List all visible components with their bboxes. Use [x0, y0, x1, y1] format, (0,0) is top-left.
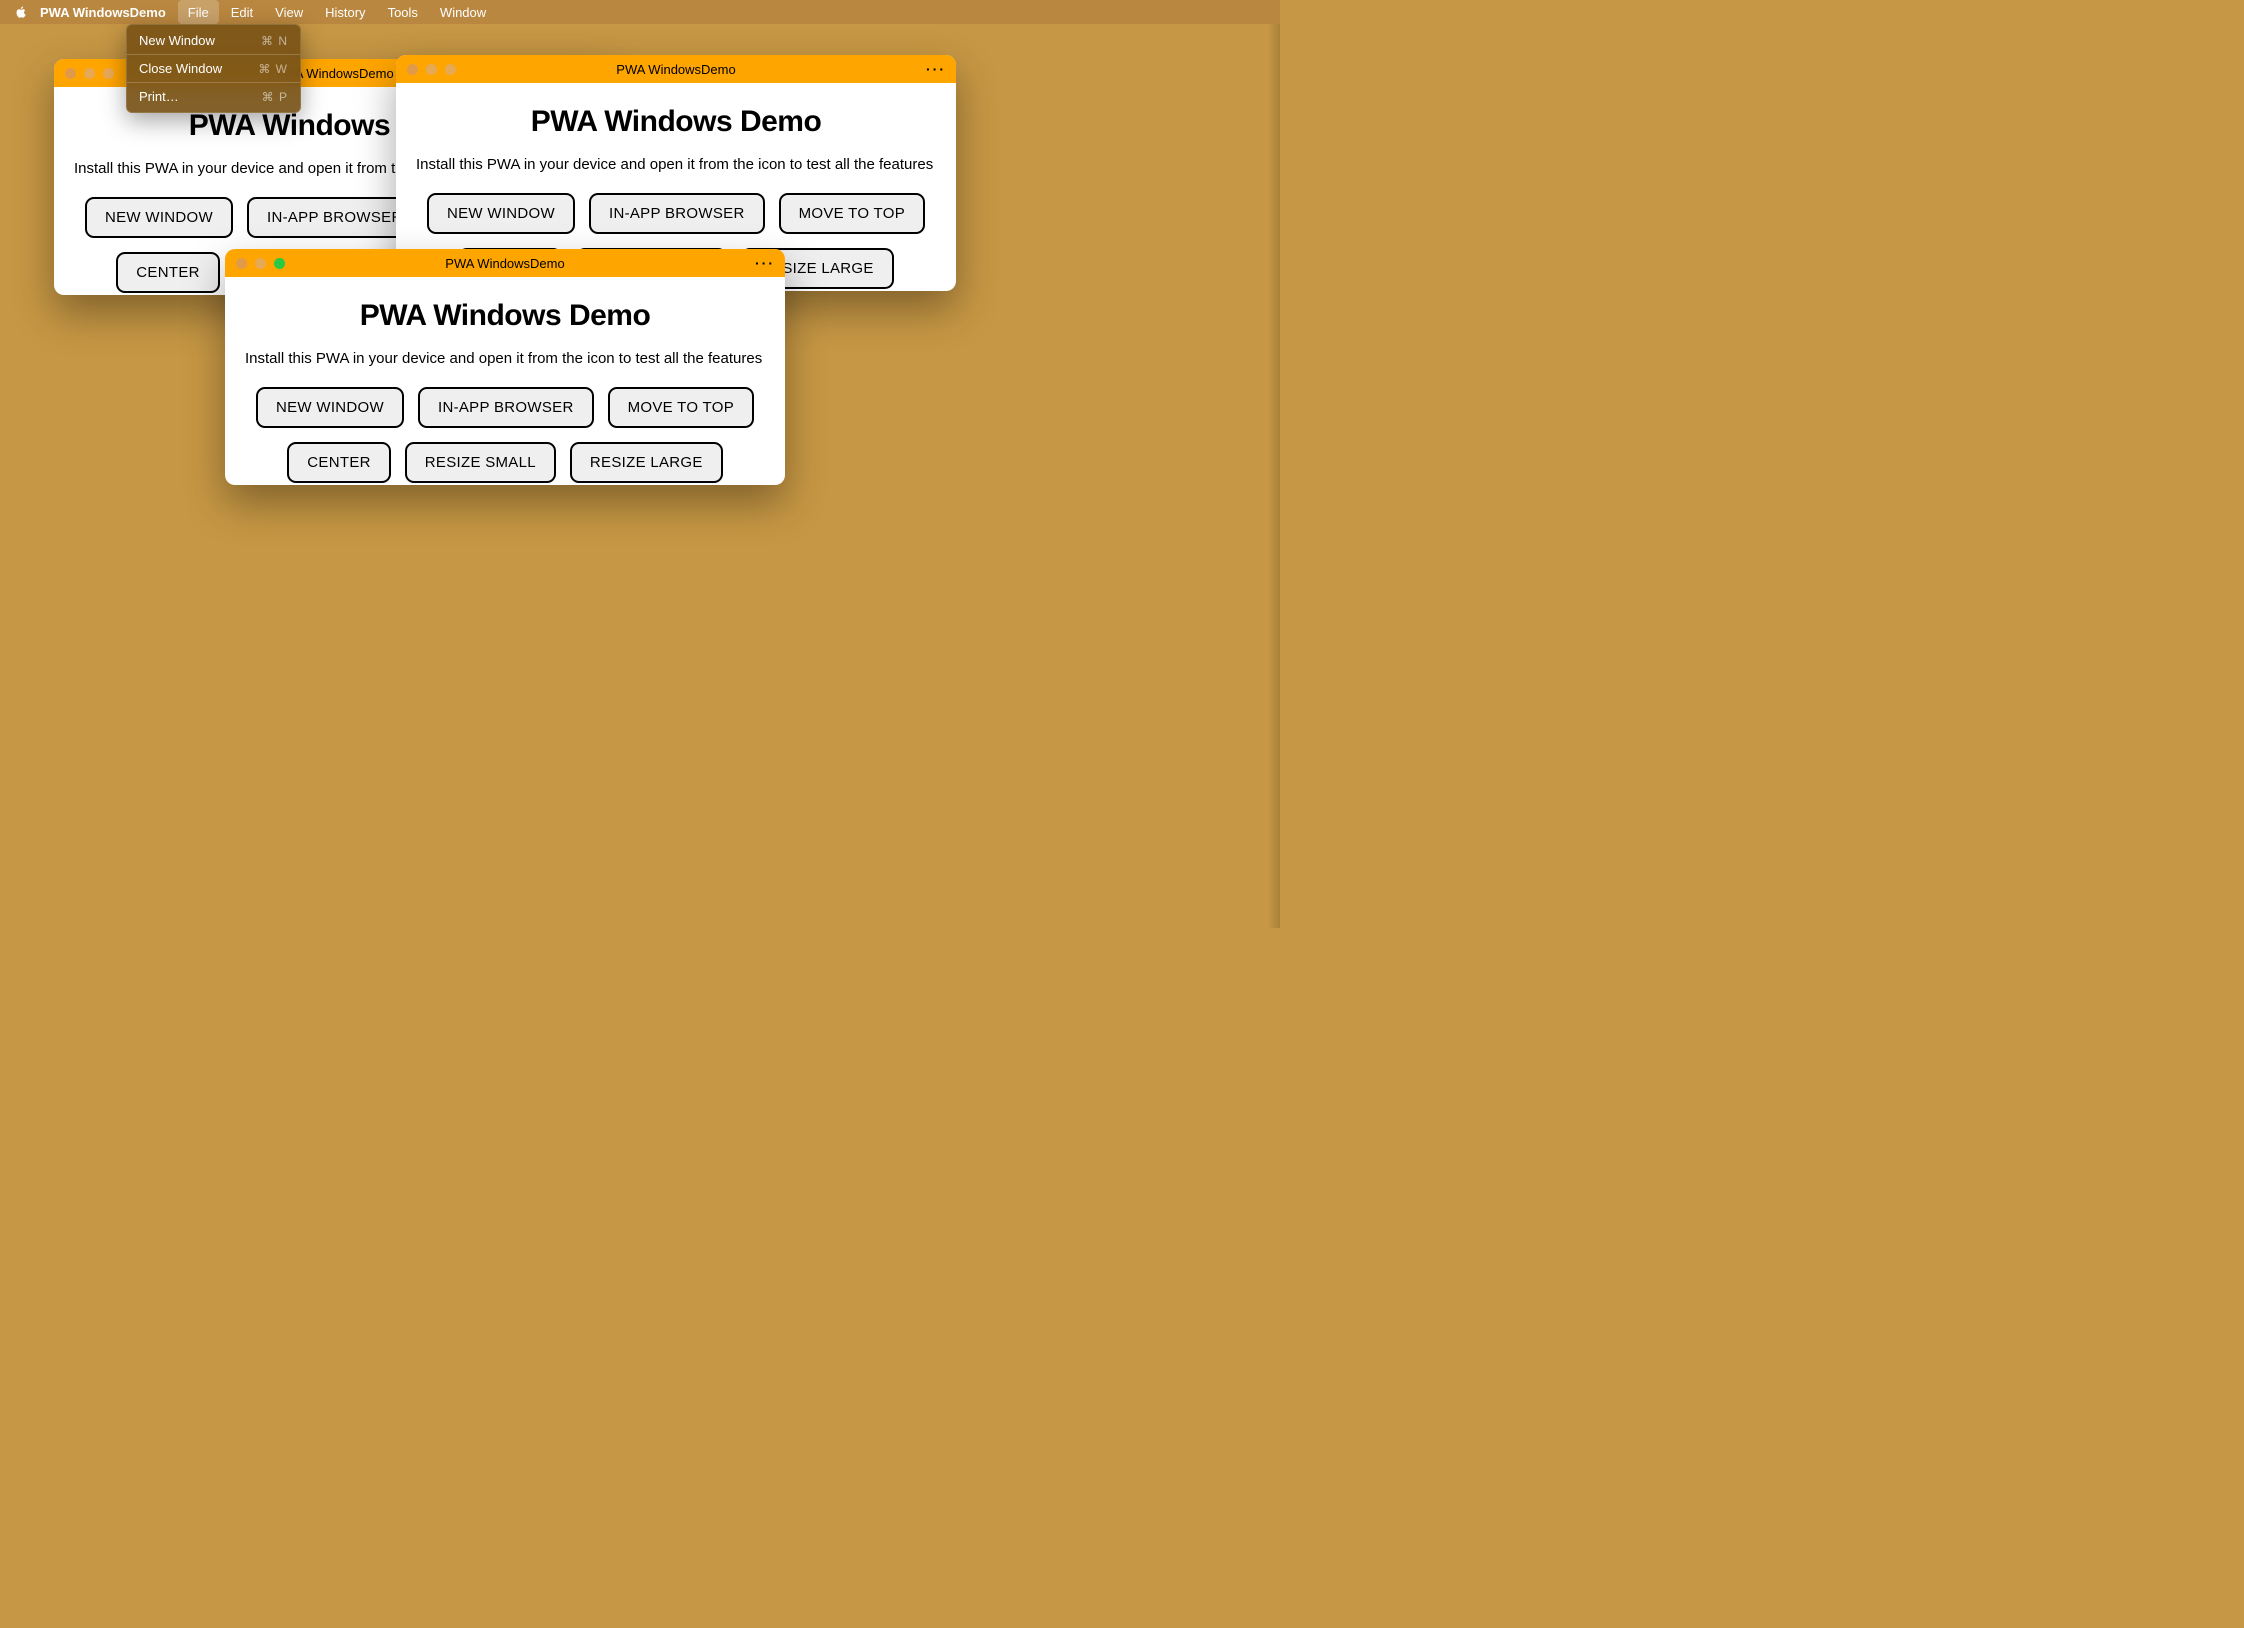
new-window-button[interactable]: NEW WINDOW: [85, 197, 233, 238]
new-window-button[interactable]: NEW WINDOW: [427, 193, 575, 234]
in-app-browser-button[interactable]: IN-APP BROWSER: [418, 387, 594, 428]
page-description: Install this PWA in your device and open…: [416, 155, 936, 175]
page-heading: PWA Windows Demo: [245, 299, 765, 333]
menubar-item-history[interactable]: History: [315, 0, 375, 24]
menubar-item-window[interactable]: Window: [430, 0, 496, 24]
in-app-browser-button[interactable]: IN-APP BROWSER: [589, 193, 765, 234]
zoom-icon[interactable]: [274, 258, 285, 269]
pwa-window-front[interactable]: PWA WindowsDemo ··· PWA Windows Demo Ins…: [225, 249, 785, 485]
zoom-icon[interactable]: [103, 68, 114, 79]
window-title: PWA WindowsDemo: [225, 256, 785, 271]
center-button[interactable]: CENTER: [116, 252, 219, 293]
file-menu-item-shortcut: ⌘ P: [262, 90, 288, 104]
file-menu-item-label: Close Window: [139, 61, 222, 76]
titlebar[interactable]: PWA WindowsDemo ···: [396, 55, 956, 83]
minimize-icon[interactable]: [255, 258, 266, 269]
file-menu-item-shortcut: ⌘ W: [258, 62, 288, 76]
center-button[interactable]: CENTER: [287, 442, 390, 483]
close-icon[interactable]: [407, 64, 418, 75]
page-heading: PWA Windows Demo: [416, 105, 936, 139]
new-window-button[interactable]: NEW WINDOW: [256, 387, 404, 428]
menu-separator: [127, 54, 300, 55]
file-menu-item-label: Print…: [139, 89, 179, 104]
window-content: PWA Windows Demo Install this PWA in you…: [225, 277, 785, 485]
zoom-icon[interactable]: [445, 64, 456, 75]
close-icon[interactable]: [65, 68, 76, 79]
apple-logo-icon[interactable]: [14, 5, 28, 19]
menubar-item-edit[interactable]: Edit: [221, 0, 263, 24]
move-to-top-button[interactable]: MOVE TO TOP: [779, 193, 925, 234]
button-group: NEW WINDOW IN-APP BROWSER MOVE TO TOP CE…: [245, 387, 765, 483]
menubar-item-tools[interactable]: Tools: [378, 0, 428, 24]
resize-small-button[interactable]: RESIZE SMALL: [405, 442, 556, 483]
file-menu-print[interactable]: Print… ⌘ P: [127, 85, 300, 108]
file-menu-item-label: New Window: [139, 33, 215, 48]
file-menu-close-window[interactable]: Close Window ⌘ W: [127, 57, 300, 80]
traffic-lights: [225, 258, 285, 269]
traffic-lights: [396, 64, 456, 75]
more-icon[interactable]: ···: [755, 255, 775, 271]
move-to-top-button[interactable]: MOVE TO TOP: [608, 387, 754, 428]
titlebar[interactable]: PWA WindowsDemo ···: [225, 249, 785, 277]
menu-separator: [127, 82, 300, 83]
menubar-item-file[interactable]: File: [178, 0, 219, 24]
window-title: PWA WindowsDemo: [396, 62, 956, 77]
more-icon[interactable]: ···: [926, 61, 946, 77]
close-icon[interactable]: [236, 258, 247, 269]
minimize-icon[interactable]: [426, 64, 437, 75]
menubar-item-view[interactable]: View: [265, 0, 313, 24]
minimize-icon[interactable]: [84, 68, 95, 79]
menubar: PWA WindowsDemo File Edit View History T…: [0, 0, 1280, 24]
file-menu-item-shortcut: ⌘ N: [261, 34, 288, 48]
file-menu-dropdown: New Window ⌘ N Close Window ⌘ W Print… ⌘…: [126, 24, 301, 113]
menubar-app-name[interactable]: PWA WindowsDemo: [30, 0, 176, 24]
traffic-lights: [54, 68, 114, 79]
file-menu-new-window[interactable]: New Window ⌘ N: [127, 29, 300, 52]
page-description: Install this PWA in your device and open…: [245, 349, 765, 369]
resize-large-button[interactable]: RESIZE LARGE: [570, 442, 723, 483]
edge-shadow: [1268, 0, 1280, 928]
